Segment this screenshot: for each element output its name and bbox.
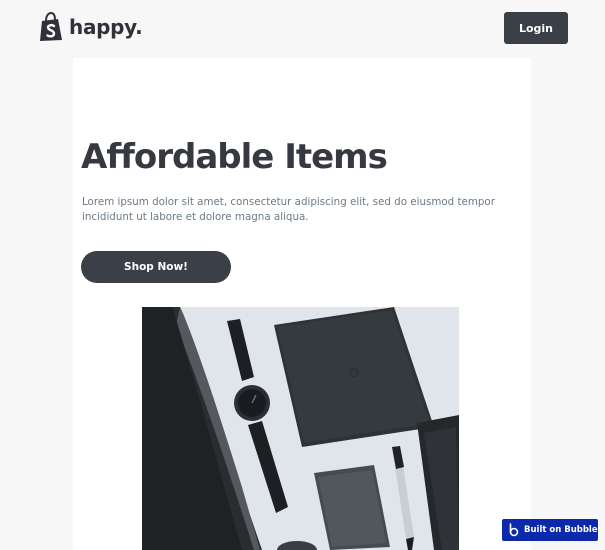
hero-description: Lorem ipsum dolor sit amet, consectetur …: [82, 196, 495, 223]
shop-now-button[interactable]: Shop Now!: [81, 251, 231, 283]
product-flatlay-image: [142, 307, 459, 550]
login-button[interactable]: Login: [504, 12, 568, 44]
brand-logo[interactable]: happy.: [38, 12, 143, 42]
badge-label: Built on Bubble: [524, 525, 598, 535]
bubble-logo-icon: [509, 523, 519, 537]
brand-name: happy.: [69, 15, 143, 39]
hero-title: Affordable Items: [81, 137, 388, 177]
built-on-bubble-badge[interactable]: Built on Bubble: [502, 519, 598, 541]
site-header: happy. Login: [0, 0, 605, 58]
product-flatlay-graphic: [142, 307, 459, 550]
shopify-bag-icon: [40, 12, 62, 41]
